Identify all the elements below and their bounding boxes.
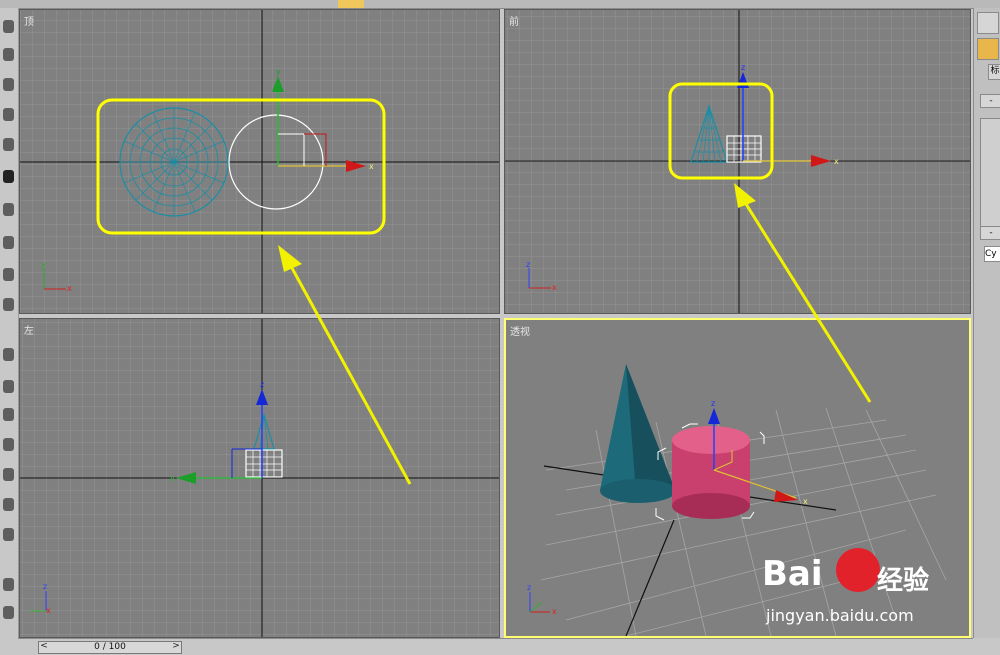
- sphere-wireframe[interactable]: [119, 107, 229, 217]
- tripod-x-label: x: [552, 607, 557, 616]
- tool-icon[interactable]: [3, 78, 14, 91]
- time-slider[interactable]: < 0 / 100 >: [38, 641, 182, 654]
- watermark-url: jingyan.baidu.com: [766, 606, 914, 625]
- gizmo-x-label: x: [803, 497, 808, 506]
- tool-icon[interactable]: [3, 468, 14, 481]
- tool-icon[interactable]: [3, 108, 14, 121]
- viewport-label[interactable]: 顶: [24, 13, 34, 28]
- name-field[interactable]: Cy: [984, 246, 1000, 262]
- time-prev-button[interactable]: <: [39, 641, 49, 652]
- tripod-x-label: x: [46, 606, 51, 615]
- gizmo-x-label: x: [834, 157, 839, 166]
- tripod-z-label: z: [526, 260, 530, 269]
- panel-tab[interactable]: 标: [988, 64, 1000, 80]
- watermark-suffix: 经验: [877, 566, 930, 596]
- tripod-x-label: x: [67, 284, 72, 293]
- viewport-label[interactable]: 左: [24, 322, 34, 337]
- tool-icon[interactable]: [3, 170, 14, 183]
- tool-icon[interactable]: [3, 203, 14, 216]
- viewport-label[interactable]: 前: [509, 13, 519, 28]
- left-toolbar: [0, 8, 19, 638]
- command-panel: 标 - - Cy: [973, 8, 1000, 638]
- tool-icon[interactable]: [3, 20, 14, 33]
- left-viewport-canvas: z y z x: [20, 319, 499, 637]
- rollout-body: [980, 118, 1000, 230]
- gizmo-z-label: z: [711, 399, 715, 408]
- gizmo-z-label: z: [260, 380, 264, 389]
- sphere-icon[interactable]: [977, 38, 999, 60]
- gizmo-z-label: z: [741, 63, 745, 72]
- tool-icon[interactable]: [3, 298, 14, 311]
- tripod-z-label: z: [527, 583, 531, 592]
- viewport-top[interactable]: y x y x 顶: [19, 9, 500, 314]
- tool-icon[interactable]: [3, 48, 14, 61]
- viewport-front[interactable]: z x z x 前: [504, 9, 971, 314]
- cylinder-3d[interactable]: [672, 426, 750, 519]
- rollout-collapse-button[interactable]: -: [980, 94, 1000, 108]
- active-tool-highlight[interactable]: [338, 0, 364, 8]
- watermark-brand: Bai: [762, 554, 823, 594]
- time-next-button[interactable]: >: [171, 641, 181, 652]
- watermark: Bai 经验 jingyan.baidu.com: [752, 548, 962, 632]
- status-bar: < 0 / 100 >: [18, 638, 973, 655]
- rollout-collapse-button[interactable]: -: [980, 226, 1000, 240]
- top-viewport-canvas: y x y x: [20, 10, 499, 313]
- tool-icon[interactable]: [3, 380, 14, 393]
- frame-counter: 0 / 100: [94, 642, 126, 652]
- tool-icon[interactable]: [3, 438, 14, 451]
- tool-icon[interactable]: [3, 528, 14, 541]
- cursor-icon[interactable]: [977, 12, 999, 34]
- tool-icon[interactable]: [3, 606, 14, 619]
- tripod-x-label: x: [552, 283, 557, 292]
- gizmo-x-label: x: [369, 162, 374, 171]
- tool-icon[interactable]: [3, 236, 14, 249]
- tool-icon[interactable]: [3, 268, 14, 281]
- viewport-label[interactable]: 透视: [510, 323, 530, 338]
- tool-icon[interactable]: [3, 498, 14, 511]
- tool-icon[interactable]: [3, 138, 14, 151]
- viewport-left[interactable]: z y z x 左: [19, 318, 500, 638]
- tripod-z-label: z: [43, 582, 47, 591]
- tripod-y-label: y: [41, 260, 46, 269]
- gizmo-y-label: y: [170, 474, 175, 483]
- baidu-paw-icon: [836, 548, 880, 592]
- front-viewport-canvas: z x z x: [505, 10, 970, 313]
- tool-icon[interactable]: [3, 348, 14, 361]
- main-toolbar: [0, 0, 1000, 9]
- tool-icon[interactable]: [3, 408, 14, 421]
- gizmo-y-label: y: [276, 67, 281, 76]
- tool-icon[interactable]: [3, 578, 14, 591]
